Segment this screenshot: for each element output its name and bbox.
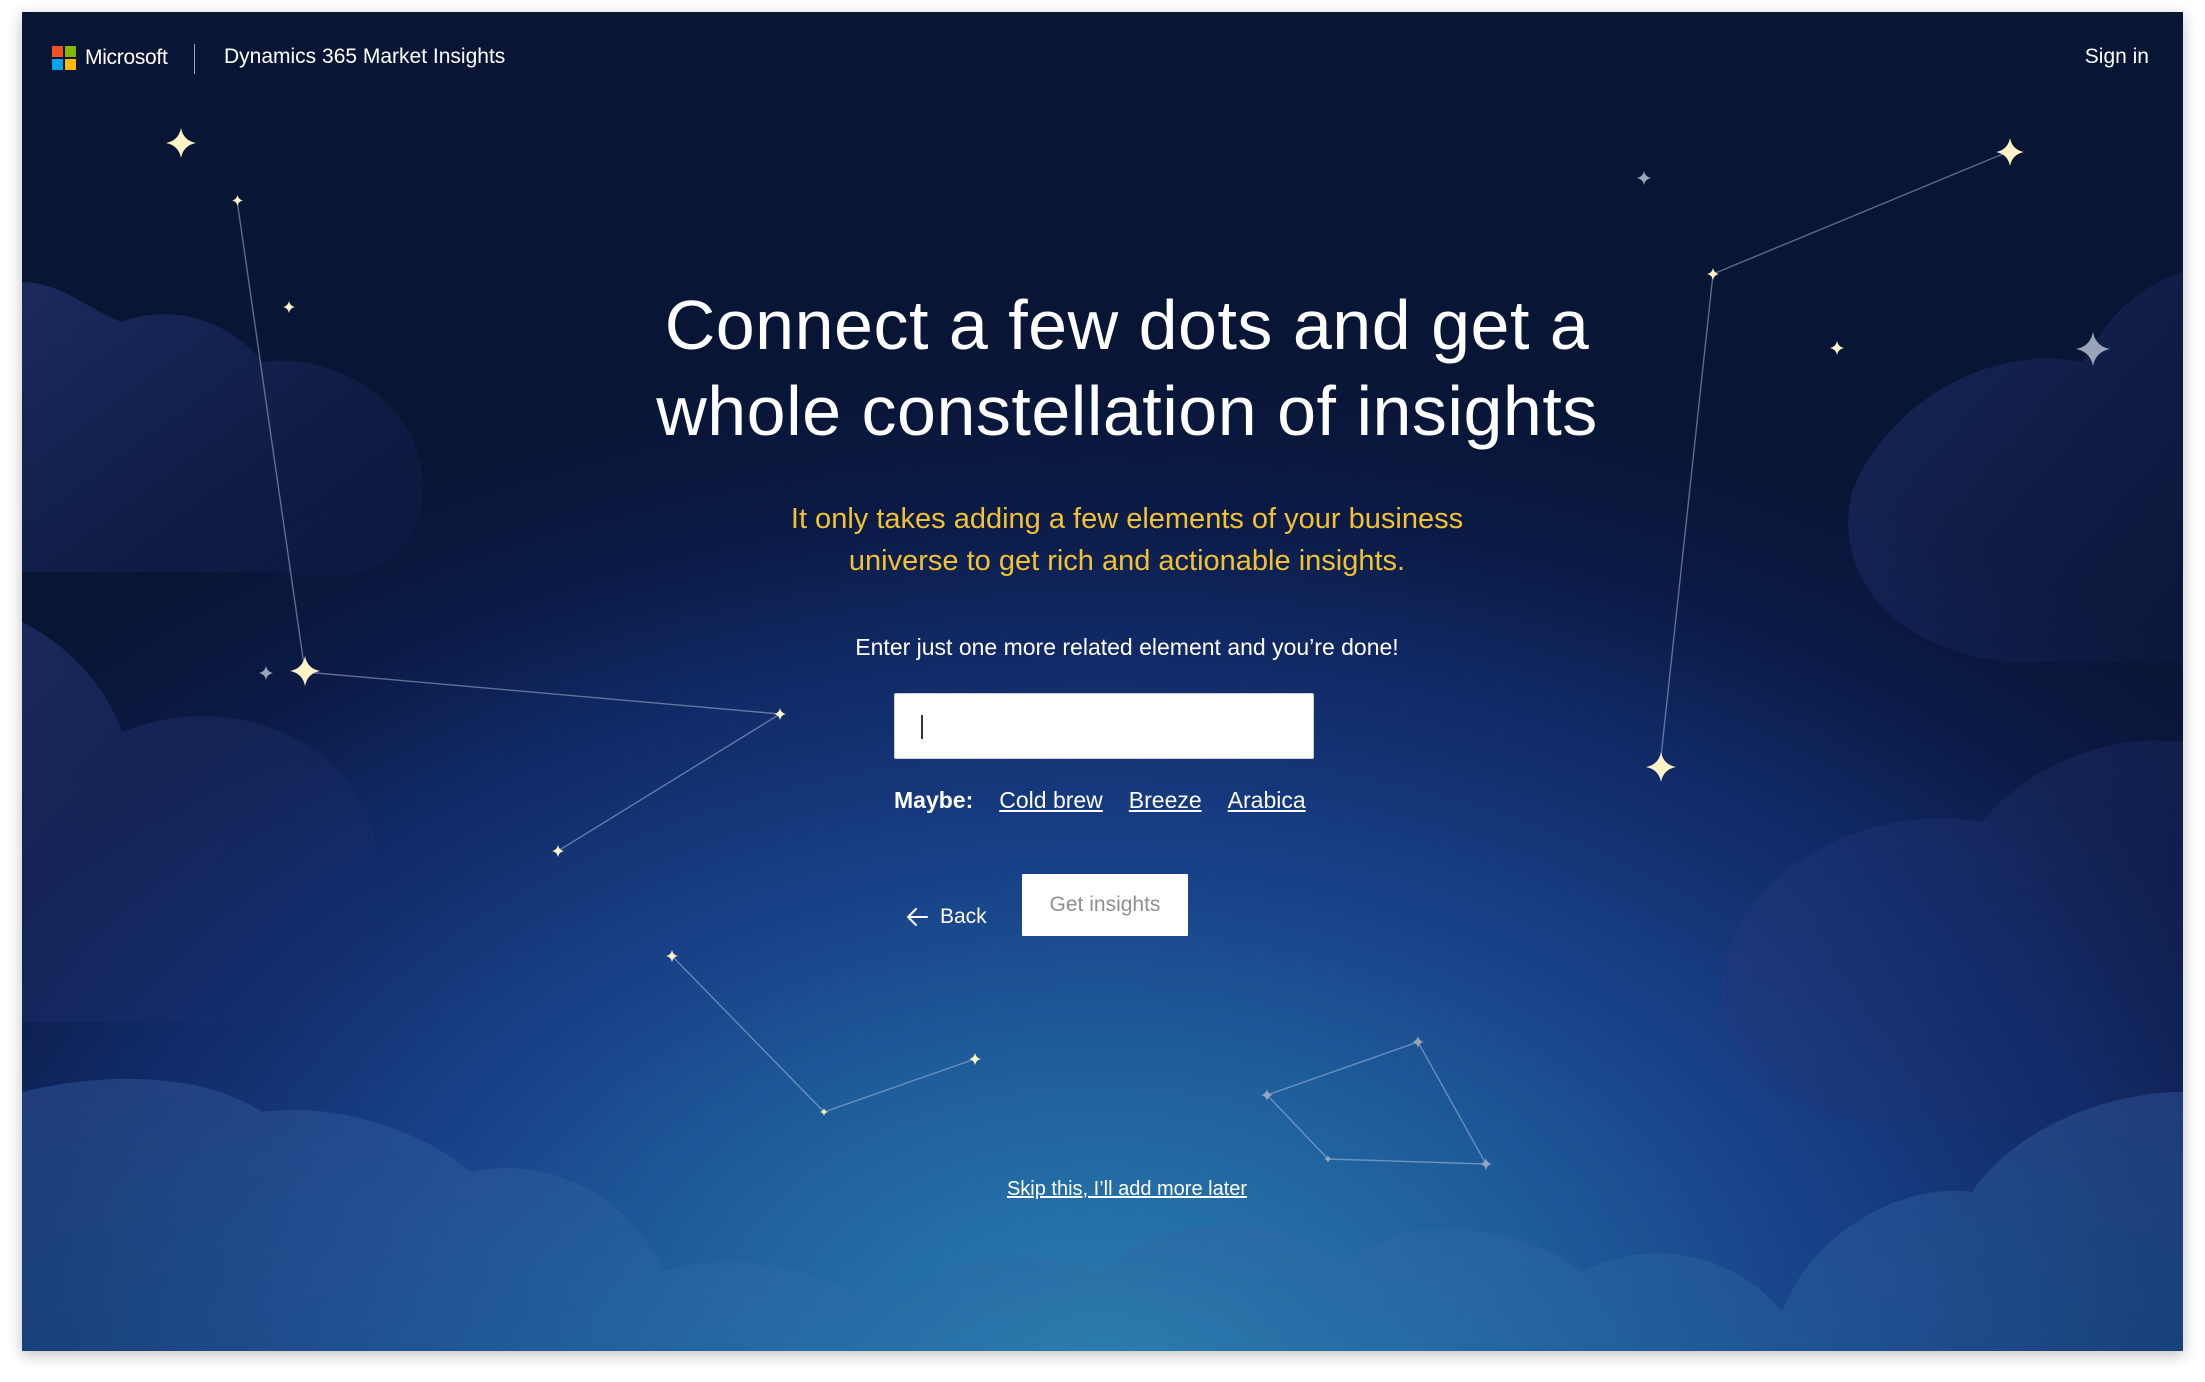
- microsoft-logo-icon: [52, 46, 76, 70]
- logo-square-red: [52, 46, 63, 57]
- suggestion-arabica[interactable]: Arabica: [1228, 787, 1306, 814]
- suggestions-label: Maybe:: [894, 787, 974, 813]
- skip-link[interactable]: Skip this, I’ll add more later: [902, 1178, 1352, 1201]
- subtitle-line: universe to get rich and actionable insi…: [848, 545, 1406, 577]
- cloud-shape: [22, 282, 423, 578]
- page-frame: Microsoft Dynamics 365 Market Insights S…: [22, 12, 2183, 1351]
- element-prompt: Enter just one more related element and …: [855, 634, 1399, 660]
- logo-square-yellow: [65, 59, 76, 70]
- sign-in-link[interactable]: Sign in: [2085, 45, 2149, 69]
- subtitle: It only takes adding a few elements of y…: [722, 498, 1532, 582]
- arrow-left-icon: [907, 908, 928, 926]
- suggestion-cold-brew[interactable]: Cold brew: [999, 787, 1103, 814]
- logo-square-blue: [52, 59, 63, 70]
- suggestion-breeze[interactable]: Breeze: [1129, 787, 1202, 814]
- back-button-label: Back: [940, 905, 987, 928]
- header-divider: [194, 44, 195, 74]
- cloud-shape: [1721, 740, 2183, 1124]
- back-button[interactable]: Back: [906, 897, 987, 937]
- app-name[interactable]: Dynamics 365 Market Insights: [224, 45, 505, 69]
- page-title-line: Connect a few dots and get a: [664, 286, 1590, 364]
- cloud-shape: [22, 622, 378, 1022]
- cloud-shape: [1848, 272, 2183, 662]
- text-caret: [921, 715, 923, 739]
- microsoft-logo[interactable]: Microsoft: [52, 46, 168, 70]
- logo-square-green: [65, 46, 76, 57]
- top-bar: Microsoft Dynamics 365 Market Insights S…: [22, 12, 2183, 107]
- suggestions-row: Maybe: Cold brew Breeze Arabica: [894, 787, 1354, 814]
- brand-name: Microsoft: [85, 46, 168, 69]
- subtitle-line: It only takes adding a few elements of y…: [790, 503, 1464, 535]
- constellation-background: [22, 128, 2183, 1351]
- page-title: Connect a few dots and get a whole const…: [502, 282, 1752, 454]
- element-input[interactable]: [894, 693, 1314, 759]
- get-insights-button[interactable]: Get insights: [1022, 874, 1188, 936]
- page-title-line: whole constellation of insights: [656, 372, 1598, 450]
